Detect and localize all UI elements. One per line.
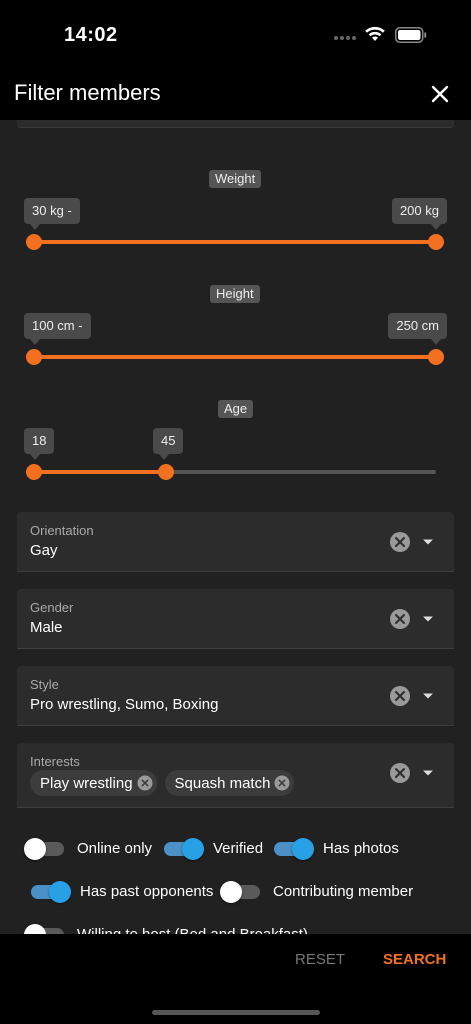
height-min-thumb[interactable] — [26, 349, 42, 365]
style-select[interactable]: Style Pro wrestling, Sumo, Boxing — [17, 666, 454, 726]
age-max-thumb[interactable] — [158, 464, 174, 480]
status-bar: 14:02 — [0, 0, 471, 70]
reset-button[interactable]: RESET — [295, 951, 345, 968]
height-label: Height — [210, 285, 260, 303]
height-track-fill — [34, 355, 436, 359]
age-min-tooltip: 18 — [24, 428, 55, 460]
age-slider[interactable]: Age 18 45 — [0, 400, 471, 500]
remove-chip-icon[interactable] — [137, 775, 153, 791]
search-button[interactable]: SEARCH — [383, 951, 446, 968]
close-icon[interactable] — [426, 80, 454, 108]
chip-label: Play wrestling — [40, 774, 133, 792]
interests-select[interactable]: Interests Play wrestling Squash match — [17, 743, 454, 808]
gender-value: Male — [30, 619, 63, 636]
height-max-tooltip: 250 cm — [388, 313, 447, 345]
clear-icon[interactable] — [389, 531, 411, 553]
height-min-tooltip: 100 cm - — [24, 313, 91, 345]
wifi-icon — [365, 26, 385, 41]
bottom-action-bar: RESET SEARCH — [0, 934, 471, 987]
chevron-down-icon[interactable] — [422, 538, 434, 546]
verified-toggle[interactable]: Verified — [164, 837, 264, 860]
age-track-fill — [34, 470, 166, 474]
chevron-down-icon[interactable] — [422, 769, 434, 777]
remove-chip-icon[interactable] — [274, 775, 290, 791]
app-bar: Filter members — [0, 70, 471, 120]
toggle-row: Willing to host (Bed and Breakfast) — [0, 918, 471, 934]
verified-switch[interactable] — [164, 837, 204, 860]
style-label: Style — [30, 677, 59, 692]
has-photos-toggle[interactable]: Has photos — [274, 837, 399, 860]
contributing-member-switch[interactable] — [220, 880, 260, 903]
weight-min-tooltip: 30 kg - — [24, 198, 80, 230]
weight-max-tooltip: 200 kg — [391, 198, 447, 230]
height-max-thumb[interactable] — [428, 349, 444, 365]
signal-icon — [334, 36, 356, 42]
verified-label: Verified — [213, 840, 264, 857]
toggle-row: Online only Verified Has photos — [0, 832, 471, 862]
style-value: Pro wrestling, Sumo, Boxing — [30, 696, 219, 713]
toggle-row: Has past opponents Contributing member — [0, 875, 471, 905]
gender-label: Gender — [30, 600, 74, 615]
age-label: Age — [218, 400, 254, 418]
chevron-down-icon[interactable] — [422, 692, 434, 700]
home-area — [0, 987, 471, 1024]
has-photos-switch[interactable] — [274, 837, 314, 860]
chevron-down-icon[interactable] — [422, 615, 434, 623]
has-past-opponents-label: Has past opponents — [80, 883, 214, 900]
status-time: 14:02 — [64, 24, 118, 46]
has-past-opponents-toggle[interactable]: Has past opponents — [31, 880, 214, 903]
orientation-select[interactable]: Orientation Gay — [17, 512, 454, 572]
orientation-label: Orientation — [30, 523, 94, 538]
age-min-thumb[interactable] — [26, 464, 42, 480]
home-indicator[interactable] — [152, 1010, 320, 1015]
interests-label: Interests — [30, 754, 80, 769]
online-only-toggle[interactable]: Online only — [24, 837, 153, 860]
weight-label: Weight — [209, 170, 262, 188]
weight-min-thumb[interactable] — [26, 234, 42, 250]
weight-track-fill — [34, 240, 436, 244]
clear-icon[interactable] — [389, 685, 411, 707]
willing-to-host-label: Willing to host (Bed and Breakfast) — [77, 926, 308, 934]
willing-to-host-toggle[interactable]: Willing to host (Bed and Breakfast) — [24, 923, 308, 934]
clear-icon[interactable] — [389, 608, 411, 630]
page-title: Filter members — [14, 80, 161, 105]
age-max-tooltip: 45 — [153, 428, 184, 460]
age-track[interactable] — [34, 470, 436, 474]
filter-form[interactable]: Weight 30 kg - 200 kg Height 100 cm - 25… — [0, 120, 471, 934]
clear-icon[interactable] — [389, 762, 411, 784]
weight-slider[interactable]: Weight 30 kg - 200 kg — [0, 170, 471, 270]
interest-chip[interactable]: Play wrestling — [30, 770, 157, 796]
online-only-label: Online only — [77, 840, 153, 857]
scrolled-field-edge — [17, 120, 454, 128]
weight-max-thumb[interactable] — [428, 234, 444, 250]
orientation-value: Gay — [30, 542, 58, 559]
weight-track[interactable] — [34, 240, 436, 244]
height-track[interactable] — [34, 355, 436, 359]
chip-label: Squash match — [174, 774, 271, 792]
gender-select[interactable]: Gender Male — [17, 589, 454, 649]
has-past-opponents-switch[interactable] — [31, 880, 71, 903]
contributing-member-label: Contributing member — [273, 883, 414, 900]
height-slider[interactable]: Height 100 cm - 250 cm — [0, 285, 471, 385]
contributing-member-toggle[interactable]: Contributing member — [220, 880, 414, 903]
battery-icon — [395, 27, 427, 43]
online-only-switch[interactable] — [24, 837, 64, 860]
interests-chips: Play wrestling Squash match — [30, 770, 295, 796]
has-photos-label: Has photos — [323, 840, 399, 857]
interest-chip[interactable]: Squash match — [164, 770, 295, 796]
